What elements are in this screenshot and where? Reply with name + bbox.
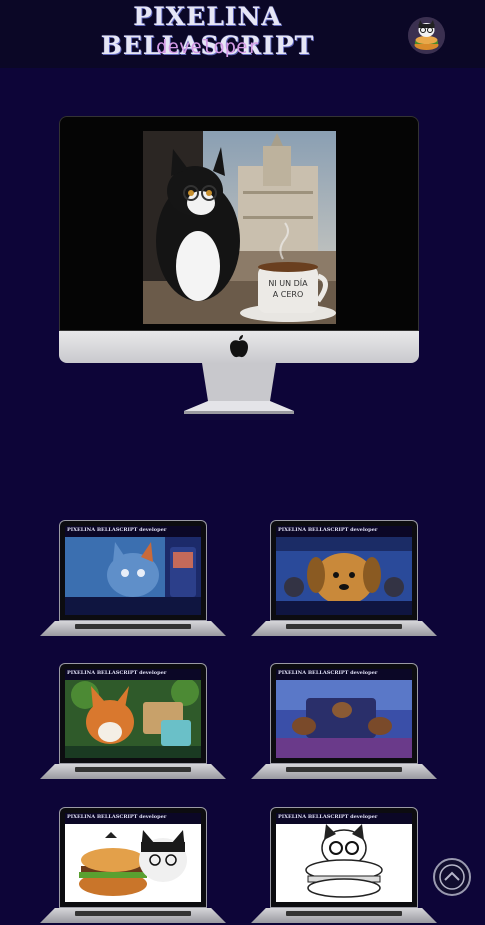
project-preview: PIXELINA BELLASCRIPT developer	[276, 526, 412, 615]
laptop-lid: PIXELINA BELLASCRIPT developer	[270, 807, 418, 908]
laptop-lid: PIXELINA BELLASCRIPT developer	[59, 663, 207, 764]
cat-burger-image	[65, 824, 201, 902]
laptop-lid: PIXELINA BELLASCRIPT developer	[59, 807, 207, 908]
hero-monitor: NI UN DÍA A CERO	[59, 116, 419, 416]
project-card[interactable]: PIXELINA BELLASCRIPT developer	[251, 663, 437, 781]
chevron-up-icon	[439, 864, 465, 890]
project-card[interactable]: PIXELINA BELLASCRIPT developer	[40, 663, 226, 781]
laptop-keyboard	[75, 624, 191, 629]
apple-icon	[229, 334, 249, 358]
monitor-screen: NI UN DÍA A CERO	[59, 116, 419, 331]
blue-cat-image	[65, 537, 201, 615]
project-bar-title: PIXELINA BELLASCRIPT developer	[67, 670, 167, 676]
monitor-chin	[59, 331, 419, 363]
laptop-keyboard	[286, 911, 402, 916]
project-card[interactable]: PIXELINA BELLASCRIPT developer	[251, 807, 437, 925]
laptop-lid: PIXELINA BELLASCRIPT developer	[270, 663, 418, 764]
scroll-to-top-button[interactable]	[433, 858, 471, 896]
otters-image	[276, 680, 412, 758]
cat-coffee-photo: NI UN DÍA A CERO	[143, 131, 336, 324]
cat-burger-avatar-icon[interactable]	[408, 17, 445, 54]
project-bar-title: PIXELINA BELLASCRIPT developer	[67, 814, 167, 820]
project-preview: PIXELINA BELLASCRIPT developer	[65, 813, 201, 902]
project-preview: PIXELINA BELLASCRIPT developer	[65, 526, 201, 615]
laptop-lid: PIXELINA BELLASCRIPT developer	[270, 520, 418, 621]
dog-image	[276, 537, 412, 615]
project-bar-title: PIXELINA BELLASCRIPT developer	[278, 527, 378, 533]
project-bar-title: PIXELINA BELLASCRIPT developer	[278, 814, 378, 820]
laptop-keyboard	[286, 767, 402, 772]
project-preview: PIXELINA BELLASCRIPT developer	[276, 813, 412, 902]
laptop-keyboard	[75, 911, 191, 916]
project-card[interactable]: PIXELINA BELLASCRIPT developer	[40, 520, 226, 638]
project-bar-title: PIXELINA BELLASCRIPT developer	[278, 670, 378, 676]
site-header: PIXELINA BELLASCRIPT developer	[0, 0, 485, 68]
project-preview: PIXELINA BELLASCRIPT developer	[65, 669, 201, 758]
mug-text-line1: NI UN DÍA	[268, 277, 308, 288]
cat-burger-sketch-image	[276, 824, 412, 902]
site-subtitle: developer	[156, 36, 259, 58]
fox-image	[65, 680, 201, 758]
laptop-keyboard	[286, 624, 402, 629]
project-bar-title: PIXELINA BELLASCRIPT developer	[67, 527, 167, 533]
project-card[interactable]: PIXELINA BELLASCRIPT developer	[251, 520, 437, 638]
project-preview: PIXELINA BELLASCRIPT developer	[276, 669, 412, 758]
project-card[interactable]: PIXELINA BELLASCRIPT developer	[40, 807, 226, 925]
monitor-stand	[184, 363, 294, 415]
laptop-keyboard	[75, 767, 191, 772]
laptop-lid: PIXELINA BELLASCRIPT developer	[59, 520, 207, 621]
mug-text-line2: A CERO	[273, 290, 304, 299]
